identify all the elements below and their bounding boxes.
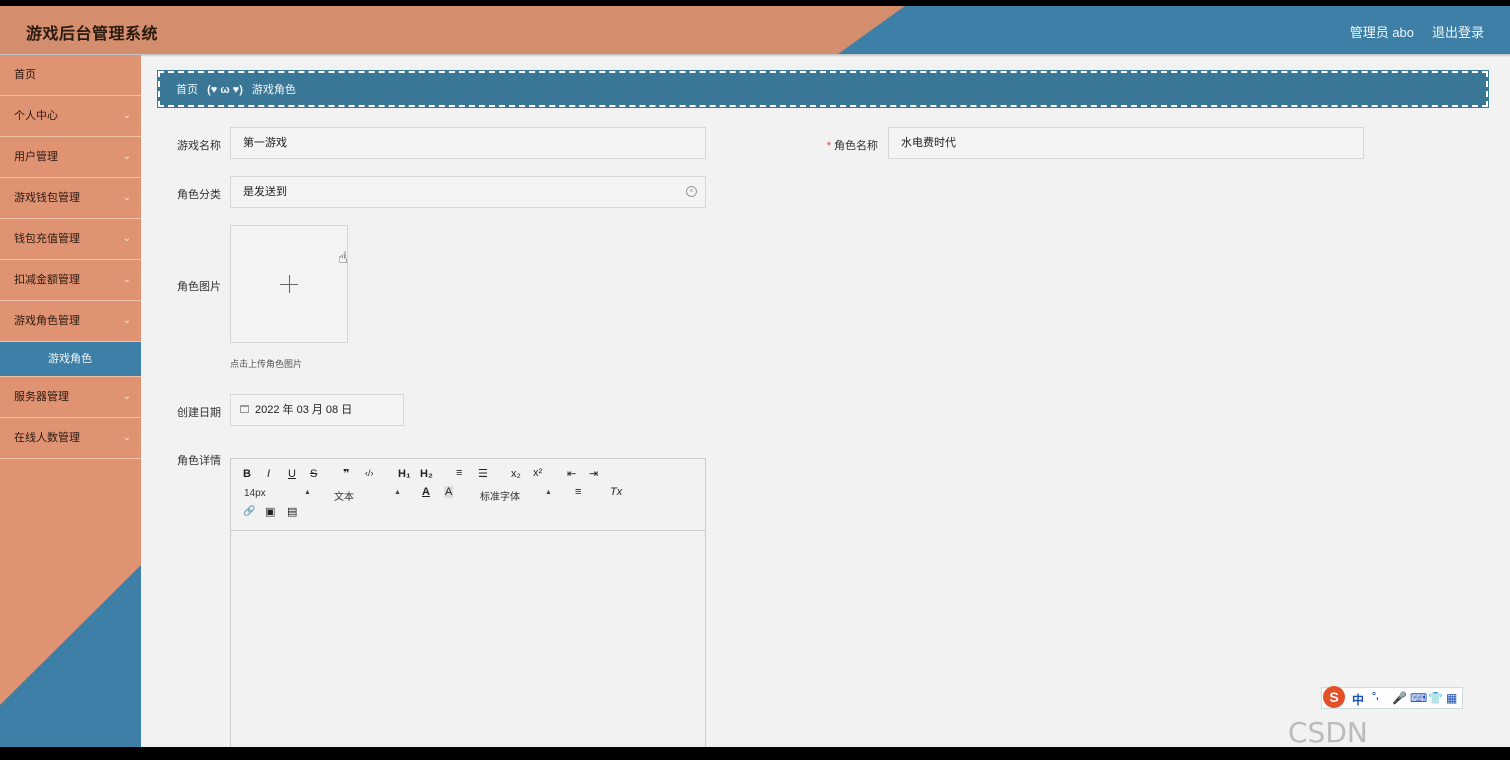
sidebar: 首页个人中心 ⌄ 用户管理 ⌄ 游戏钱包管理 ⌄ 钱包充值管理 ⌄ 扣减金额管理 ⌄ 游戏角色管理 ⌄…: [0, 55, 141, 747]
role-name-label: * 角色名称: [826, 140, 878, 152]
underline-button[interactable]: U: [288, 468, 296, 480]
sidebar-item-label: 首页: [14, 69, 36, 81]
sidebar-item[interactable]: 游戏钱包管理 ⌄: [0, 178, 141, 219]
role-category-value: 是发送到: [243, 186, 287, 198]
role-category-label: 角色分类: [177, 189, 221, 201]
app-title: 游戏后台管理系统: [26, 26, 159, 43]
sidebar-item[interactable]: 个人中心 ⌄: [0, 96, 141, 137]
sidebar-item-label: 服务器管理: [14, 391, 69, 403]
top-header: 游戏后台管理系统 管理员 abo 退出登录: [0, 6, 1510, 54]
role-category-select[interactable]: 是发送到 ×: [230, 176, 706, 208]
sidebar-item[interactable]: 钱包充值管理 ⌄: [0, 219, 141, 260]
breadcrumb-home[interactable]: 首页: [176, 84, 198, 96]
logout-link[interactable]: 退出登录: [1432, 22, 1484, 41]
editor-toolbar: B I U S ❞ ‹/› H₁ H₂ ≡ ☰ x₂ x² ⇤ ⇥ 14px ▲ …: [231, 459, 705, 531]
sidebar-item[interactable]: 服务器管理 ⌄: [0, 377, 141, 418]
chevron-down-icon: ⌄: [122, 192, 131, 203]
create-date-value: 2022 年 03 月 08 日: [255, 404, 353, 416]
chevron-down-icon: ⌄: [122, 315, 131, 326]
code-button[interactable]: ‹/›: [365, 468, 374, 478]
chevron-down-icon: ⌄: [122, 110, 131, 121]
skin-icon[interactable]: 👕: [1428, 691, 1443, 705]
role-detail-label: 角色详情: [177, 455, 221, 467]
breadcrumb-current: 游戏角色: [251, 84, 296, 96]
breadcrumb-separator: (♥ ω ♥): [207, 84, 243, 96]
sidebar-item[interactable]: 游戏角色管理 ⌄: [0, 301, 141, 342]
superscript-button[interactable]: x²: [533, 467, 542, 479]
bullet-list-icon[interactable]: ☰: [478, 467, 488, 480]
strike-button[interactable]: S: [310, 468, 317, 480]
chevron-down-icon: ⌄: [122, 391, 131, 402]
app-frame: 游戏后台管理系统 管理员 abo 退出登录 首页 个人中心 ⌄ 用户管理 ⌄ 游戏钱包管理…: [0, 6, 1510, 747]
ime-punct[interactable]: °,: [1372, 691, 1379, 702]
bold-button[interactable]: B: [243, 468, 251, 480]
role-name-input[interactable]: 水电费时代: [888, 127, 1364, 159]
sidebar-item[interactable]: 扣减金额管理 ⌄: [0, 260, 141, 301]
background-color-icon[interactable]: A: [444, 486, 454, 498]
italic-button[interactable]: I: [267, 468, 270, 480]
sidebar-item[interactable]: 在线人数管理 ⌄: [0, 418, 141, 459]
clear-icon[interactable]: ×: [686, 186, 697, 197]
link-icon[interactable]: 🔗: [243, 506, 255, 517]
select-arrow-icon: ▲: [394, 489, 401, 496]
sidebar-item-label: 个人中心: [14, 110, 58, 122]
current-user: 管理员 abo: [1349, 25, 1414, 40]
rich-text-editor: B I U S ❞ ‹/› H₁ H₂ ≡ ☰ x₂ x² ⇤ ⇥ 14px ▲ …: [230, 458, 706, 747]
ordered-list-icon[interactable]: ≡: [456, 467, 462, 479]
quote-button[interactable]: ❞: [343, 467, 349, 480]
watermark: CSDN @CK3030: [1288, 716, 1368, 747]
sidebar-item-label: 扣减金额管理: [14, 274, 80, 286]
font-color-icon[interactable]: A: [422, 486, 430, 498]
h1-button[interactable]: H₁: [398, 468, 411, 480]
indent-icon[interactable]: ⇥: [589, 467, 598, 480]
chevron-down-icon: ⌄: [122, 151, 131, 162]
subscript-button[interactable]: x₂: [511, 468, 521, 480]
text-type-select[interactable]: 文本 ▲: [334, 488, 404, 503]
upload-hint: 点击上传角色图片: [230, 359, 303, 369]
menu-grid-icon[interactable]: ▦: [1446, 691, 1457, 705]
sidebar-item-label: 用户管理: [14, 151, 58, 163]
sogou-logo-icon: S: [1323, 686, 1345, 708]
game-name-input[interactable]: 第一游戏: [230, 127, 706, 159]
chevron-down-icon: ⌄: [122, 233, 131, 244]
sidebar-item[interactable]: 用户管理 ⌄: [0, 137, 141, 178]
select-arrow-icon: ▲: [545, 489, 552, 496]
font-family-select[interactable]: 标准字体 ▲: [480, 488, 555, 503]
image-icon[interactable]: ▣: [265, 505, 275, 518]
breadcrumb: 首页 (♥ ω ♥) 游戏角色: [157, 70, 1489, 108]
select-arrow-icon: ▲: [304, 489, 311, 496]
sidebar-item-label: 钱包充值管理: [14, 233, 80, 245]
microphone-icon[interactable]: 🎤: [1392, 691, 1407, 705]
chevron-down-icon: ⌄: [122, 274, 131, 285]
image-upload-box[interactable]: [230, 225, 348, 343]
hand-cursor-icon: ☝: [338, 250, 348, 267]
required-mark: *: [826, 140, 831, 152]
font-size-select[interactable]: 14px ▲: [244, 488, 314, 499]
sidebar-subitem-game-role[interactable]: 游戏角色: [0, 342, 141, 377]
chevron-down-icon: ⌄: [122, 432, 131, 443]
ime-lang[interactable]: 中: [1352, 691, 1364, 708]
video-icon[interactable]: ▤: [287, 505, 297, 518]
calendar-icon: [240, 405, 249, 413]
role-image-label: 角色图片: [177, 281, 221, 293]
align-icon[interactable]: ≡: [575, 486, 581, 498]
sidebar-item[interactable]: 首页: [0, 55, 141, 96]
game-name-label: 游戏名称: [177, 140, 221, 152]
sidebar-item-label: 游戏钱包管理: [14, 192, 80, 204]
keyboard-icon[interactable]: ⌨: [1410, 691, 1427, 705]
create-date-label: 创建日期: [177, 407, 221, 419]
outdent-icon[interactable]: ⇤: [567, 467, 576, 480]
h2-button[interactable]: H₂: [420, 468, 433, 480]
ime-toolbar[interactable]: S 中 °, 🎤 ⌨ 👕 ▦: [1321, 686, 1463, 709]
sidebar-item-label: 在线人数管理: [14, 432, 80, 444]
create-date-picker[interactable]: 2022 年 03 月 08 日: [230, 394, 404, 426]
sidebar-item-label: 游戏角色管理: [14, 315, 80, 327]
clear-format-icon[interactable]: Tx: [610, 486, 622, 498]
editor-content-area[interactable]: [231, 531, 705, 747]
